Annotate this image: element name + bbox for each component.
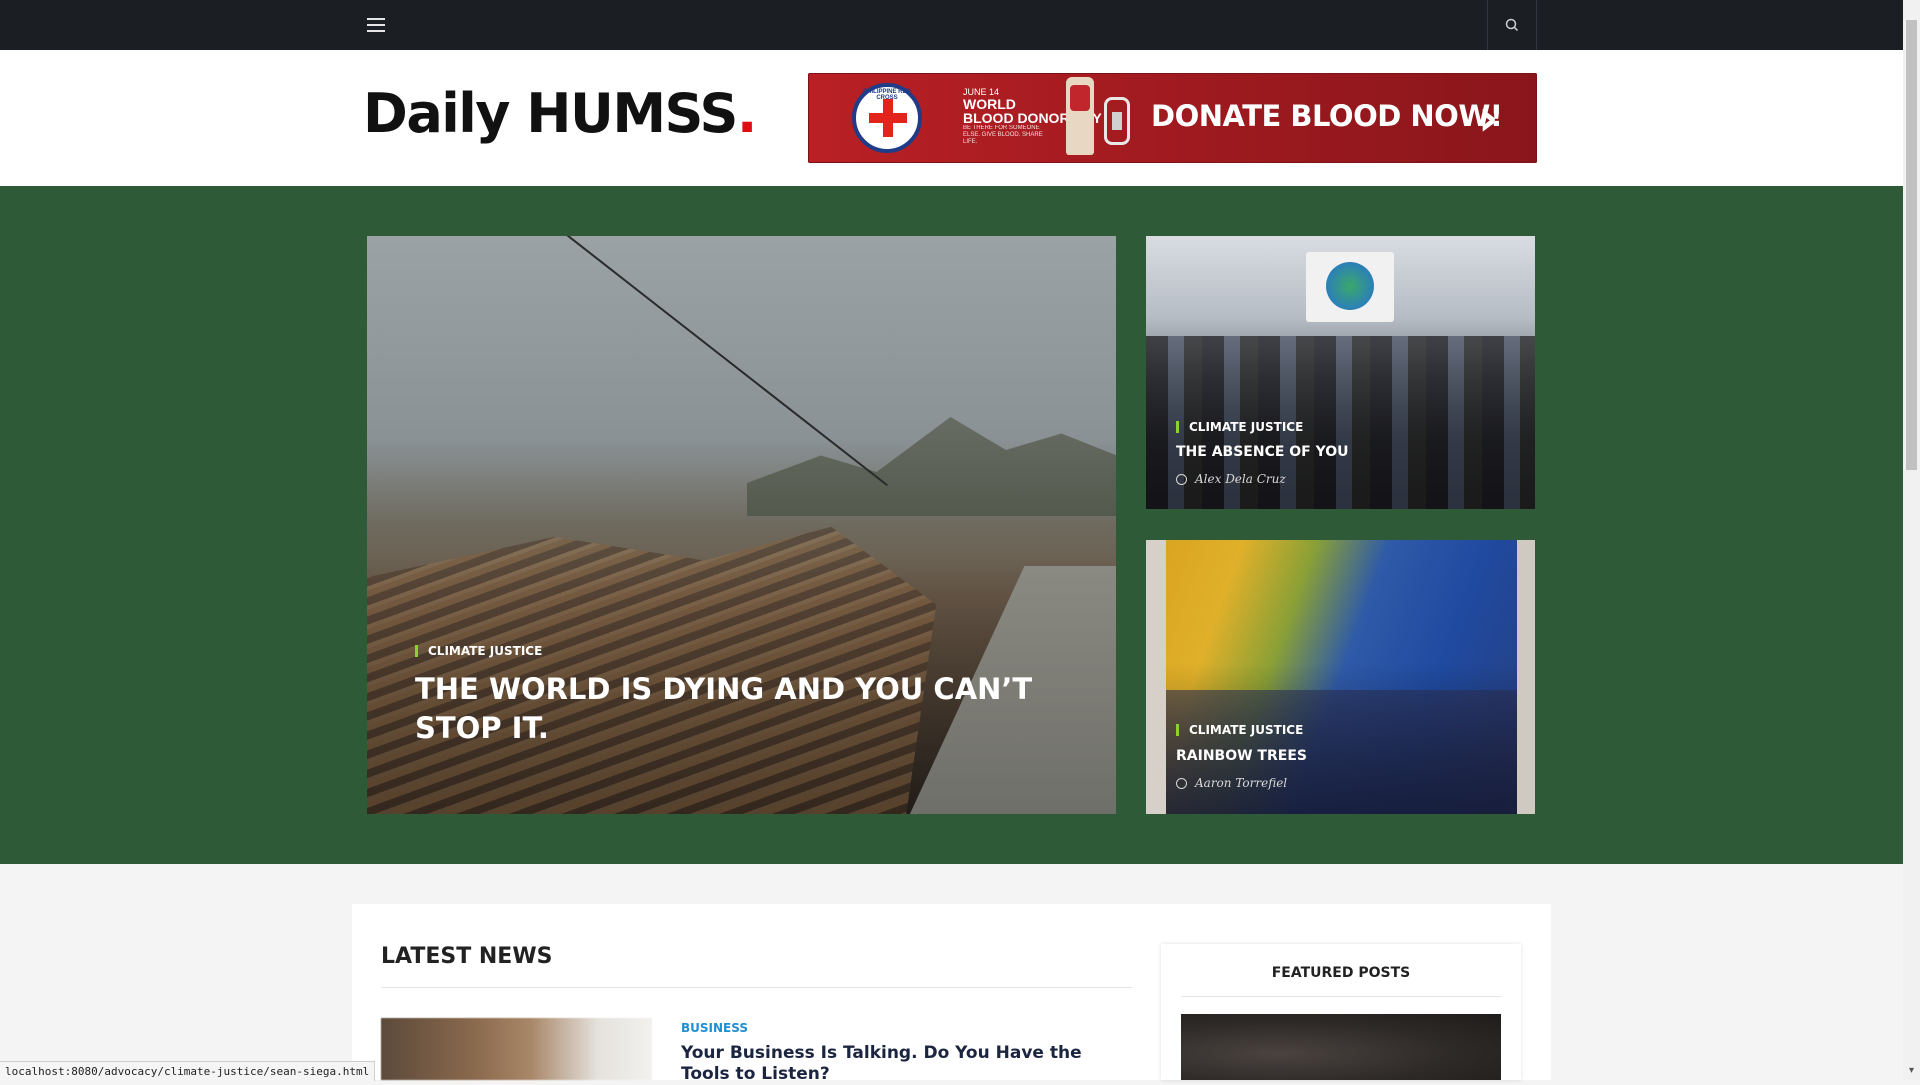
hero-side-post-2[interactable]	[1146, 540, 1535, 814]
hero-image-mountains	[747, 417, 1116, 516]
blood-tube-icon	[1104, 97, 1130, 145]
red-cross-logo: PHILIPPINE RED CROSS	[852, 83, 922, 153]
divider	[1181, 996, 1501, 997]
banner-cta-text: DONATE BLOOD NOW!	[1151, 99, 1503, 133]
scrollbar-thumb[interactable]	[1906, 20, 1917, 470]
featured-posts-heading: FEATURED POSTS	[1271, 965, 1411, 981]
hamburger-menu-icon[interactable]	[364, 14, 388, 36]
hero-side-2-category[interactable]: CLIMATE JUSTICE	[1176, 723, 1303, 737]
hero-side-2-title[interactable]: RAINBOW TREES	[1176, 748, 1307, 764]
logo-dot: .	[736, 82, 758, 145]
top-navbar	[0, 0, 1903, 50]
status-bar-url: localhost:8080/advocacy/climate-justice/…	[0, 1061, 376, 1081]
user-icon	[1176, 473, 1187, 485]
category-marker	[415, 645, 418, 657]
blood-bag-icon	[1066, 77, 1094, 155]
donate-blood-banner[interactable]: PHILIPPINE RED CROSS JUNE 14 WORLD BLOOD…	[808, 73, 1537, 163]
category-label: CLIMATE JUSTICE	[428, 644, 543, 658]
news-thumbnail[interactable]	[381, 1018, 652, 1080]
featured-post-thumbnail[interactable]	[1181, 1014, 1501, 1080]
category-label: CLIMATE JUSTICE	[1189, 420, 1304, 434]
protest-sign-image	[1306, 252, 1394, 322]
site-logo[interactable]: Daily HUMSS.	[363, 82, 758, 146]
hero-main-title[interactable]: THE WORLD IS DYING AND YOU CAN’T STOP IT…	[415, 670, 1055, 748]
news-title[interactable]: Your Business Is Talking. Do You Have th…	[681, 1043, 1101, 1085]
author-name: Alex Dela Cruz	[1195, 472, 1286, 486]
event-tagline: BE THERE FOR SOMEONE ELSE. GIVE BLOOD. S…	[963, 125, 1043, 145]
hero-side-2-author[interactable]: Aaron Torrefiel	[1176, 776, 1287, 790]
hero-image-wire	[555, 236, 888, 487]
latest-news-heading: LATEST NEWS	[381, 944, 553, 969]
canvas-edge-right	[1517, 540, 1535, 814]
author-name: Aaron Torrefiel	[1195, 776, 1288, 790]
hero-main-category[interactable]: CLIMATE JUSTICE	[415, 644, 542, 658]
hero-side-1-category[interactable]: CLIMATE JUSTICE	[1176, 420, 1303, 434]
divider	[381, 987, 1132, 988]
logo-text: Daily HUMSS	[363, 82, 738, 145]
hero-side-1-author[interactable]: Alex Dela Cruz	[1176, 472, 1286, 486]
hero-side-1-title[interactable]: THE ABSENCE OF YOU	[1176, 444, 1349, 460]
category-marker	[1176, 724, 1179, 736]
user-icon	[1176, 777, 1187, 789]
hero-side-post-1[interactable]	[1146, 236, 1535, 509]
chevron-right-icon: ›	[1478, 89, 1499, 147]
news-category[interactable]: BUSINESS	[681, 1021, 748, 1035]
category-marker	[1176, 421, 1179, 433]
search-button[interactable]	[1487, 0, 1537, 50]
category-label: CLIMATE JUSTICE	[1189, 723, 1304, 737]
canvas-edge-left	[1146, 540, 1166, 814]
scroll-down-arrow-icon[interactable]: ▾	[1906, 1064, 1917, 1078]
search-icon	[1505, 18, 1519, 32]
